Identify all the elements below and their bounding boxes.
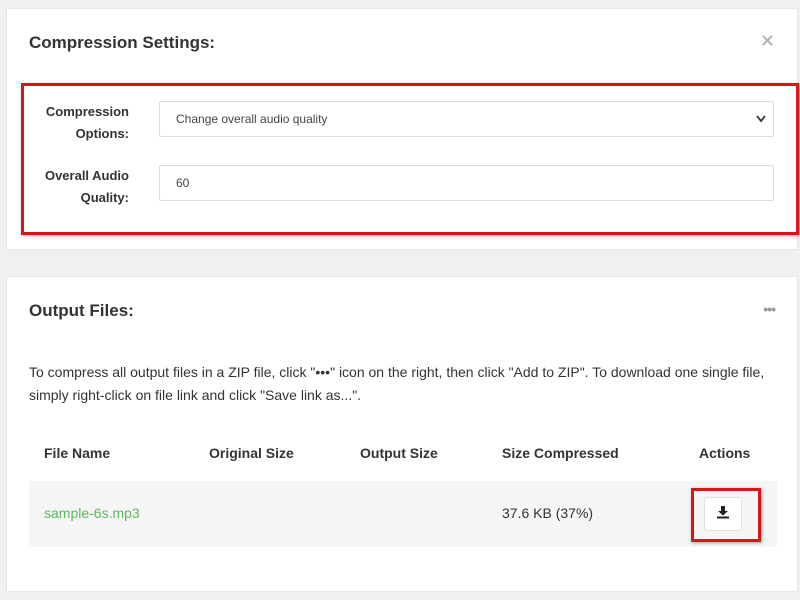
column-file-name: File Name (44, 445, 111, 461)
table-header: File Name Original Size Output Size Size… (29, 427, 777, 481)
close-icon[interactable]: ✕ (760, 31, 775, 52)
output-help-text: To compress all output files in a ZIP fi… (29, 364, 765, 403)
download-button[interactable] (704, 497, 742, 531)
audio-quality-label: Overall Audio Quality: (44, 168, 129, 205)
more-icon[interactable]: ••• (763, 301, 776, 317)
compression-settings-card: Compression Settings: ✕ Compression Opti… (6, 8, 799, 250)
size-compressed-cell: 37.6 KB (37%) (502, 505, 594, 521)
file-name-cell: sample-6s.mp3 (44, 505, 140, 521)
output-files-table: File Name Original Size Output Size Size… (29, 427, 777, 547)
column-actions: Actions (699, 445, 751, 461)
download-icon (716, 505, 730, 524)
audio-quality-input[interactable]: 60 (159, 165, 774, 201)
output-files-card: Output Files: ••• To compress all output… (6, 276, 798, 592)
table-row: sample-6s.mp3 37.6 KB (37%) (29, 481, 777, 547)
compression-options-select[interactable]: Change overall audio quality (159, 101, 774, 137)
chevron-down-icon (755, 102, 767, 149)
compression-options-label: Compression Options: (45, 104, 129, 141)
column-size-compressed: Size Compressed (502, 445, 619, 461)
output-files-title: Output Files: (29, 301, 134, 320)
compression-options-value: Change overall audio quality (176, 112, 328, 126)
file-link[interactable]: sample-6s.mp3 (44, 505, 140, 521)
compression-settings-title: Compression Settings: (29, 33, 216, 52)
column-original-size: Original Size (209, 445, 294, 461)
audio-quality-value: 60 (176, 176, 190, 190)
column-output-size: Output Size (360, 445, 438, 461)
